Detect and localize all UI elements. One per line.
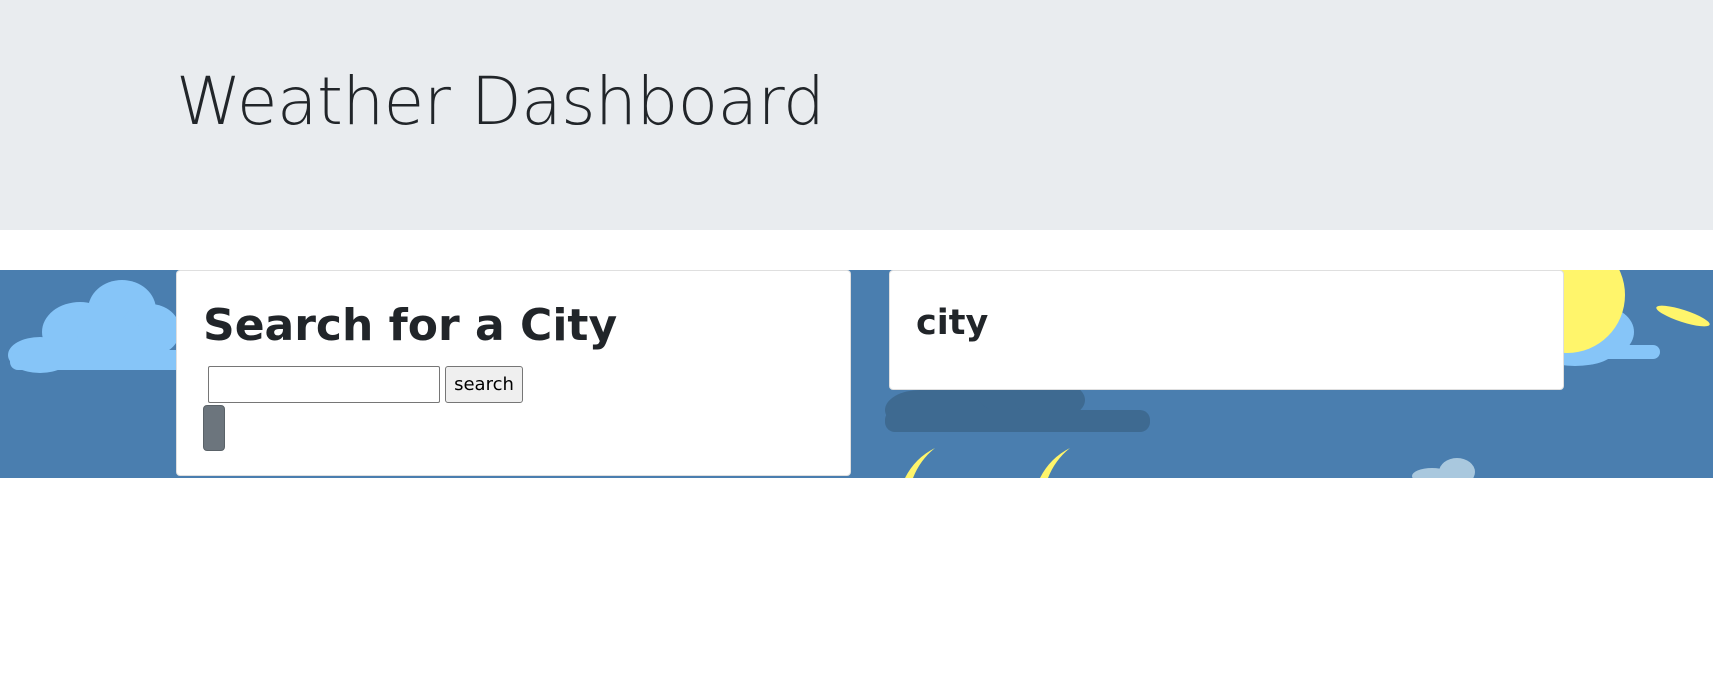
cloud-icon <box>1412 458 1475 478</box>
search-card: Search for a City search <box>176 270 851 476</box>
page-title: Weather Dashboard <box>176 63 825 140</box>
city-heading: city <box>916 303 989 343</box>
cloud-icon <box>8 280 186 373</box>
page-header: Weather Dashboard <box>0 0 1713 230</box>
search-heading: Search for a City <box>203 300 618 351</box>
current-weather-card: city <box>889 270 1564 390</box>
search-input[interactable] <box>208 366 440 403</box>
moon-icon <box>905 448 1070 478</box>
search-button[interactable]: search <box>445 366 523 403</box>
history-button[interactable] <box>203 405 225 451</box>
